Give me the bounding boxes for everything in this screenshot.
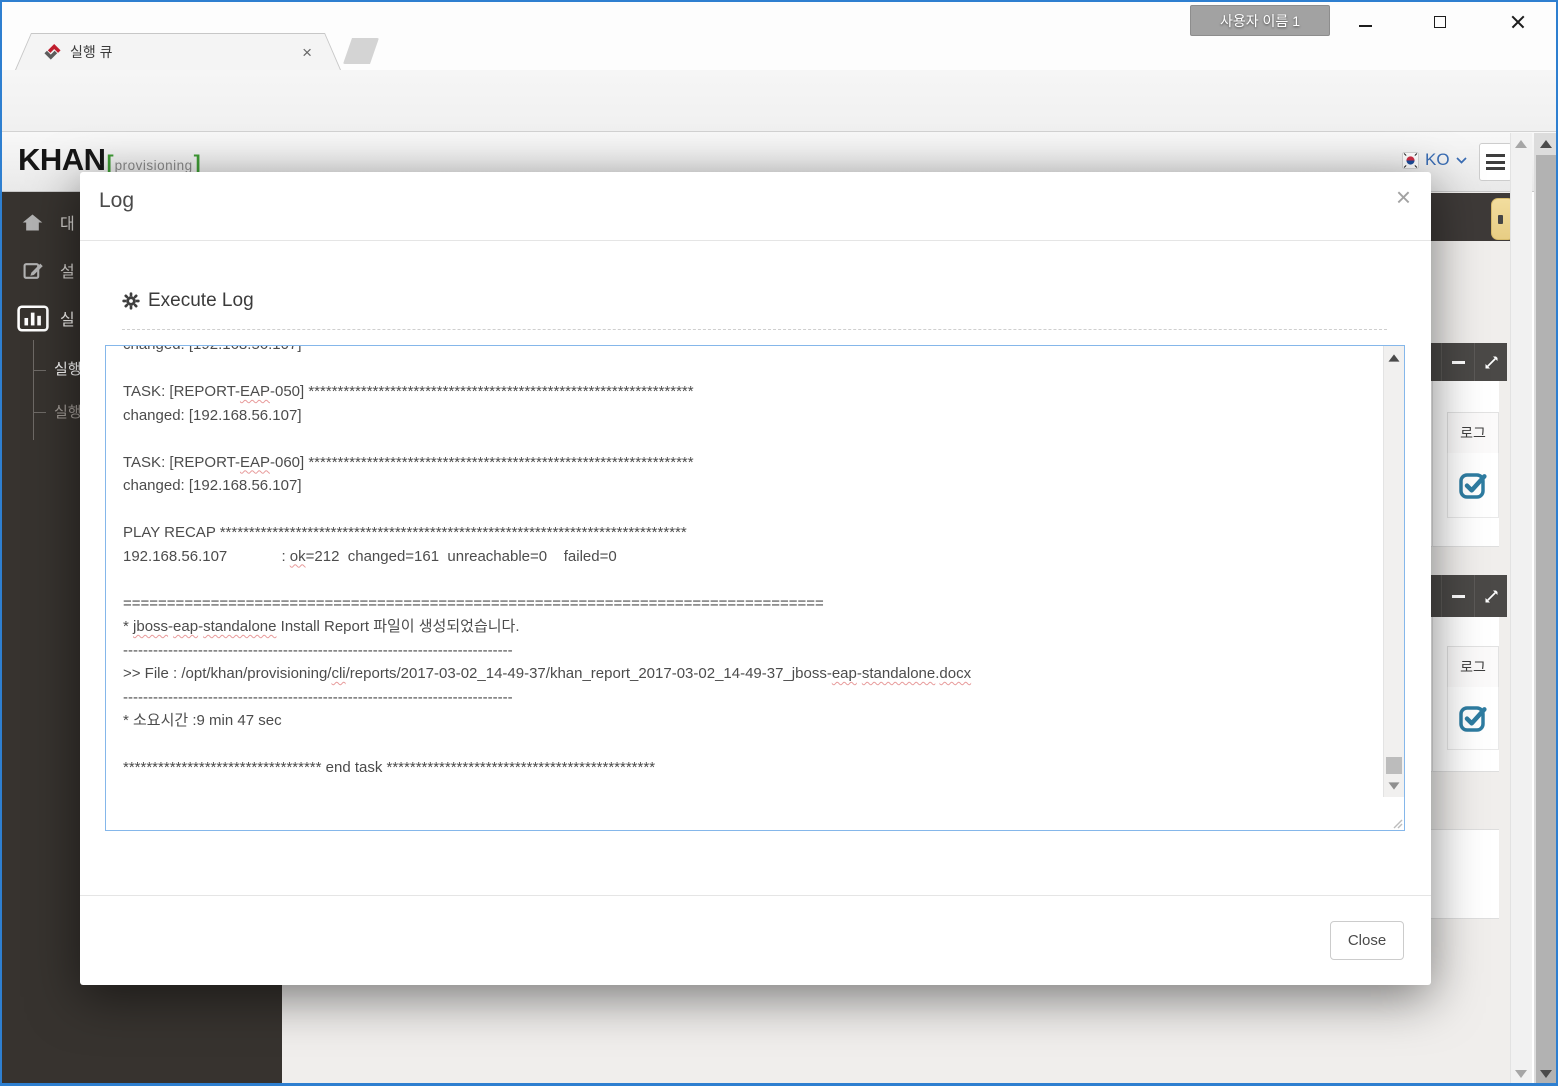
modal-header-divider: [80, 240, 1431, 241]
brand-subtitle: provisioning: [115, 158, 193, 173]
frame-scrollbar[interactable]: [1510, 133, 1532, 1085]
sidebar-item-label: 대: [60, 210, 75, 234]
profile-badge[interactable]: 사용자 이름 1: [1190, 5, 1330, 36]
expand-icon: [1484, 355, 1499, 370]
tree-tick: [33, 370, 46, 371]
window-maximize-button[interactable]: [1416, 2, 1464, 42]
execute-log-heading: Execute Log: [122, 290, 254, 312]
minimize-icon: [1359, 25, 1372, 27]
check-square-icon: [1457, 469, 1489, 501]
sidebar-item-label: 설: [60, 258, 75, 282]
sidebar-item-label: 실: [60, 306, 75, 330]
scrollbar-thumb[interactable]: [1536, 155, 1556, 1086]
sidebar-subitem-history[interactable]: 실행: [54, 401, 82, 422]
execute-log-title: Execute Log: [148, 290, 254, 312]
panel-collapse-button[interactable]: [1441, 575, 1474, 617]
scroll-down-icon[interactable]: [1515, 1070, 1527, 1078]
modal-close-icon[interactable]: ×: [1396, 184, 1411, 210]
gear-icon: [122, 292, 140, 310]
maximize-icon: [1434, 16, 1446, 28]
chart-icon: [17, 305, 49, 332]
log-modal: Log × Execute Log: [80, 172, 1431, 985]
chevron-down-icon: [1456, 157, 1467, 164]
scroll-up-icon[interactable]: [1388, 354, 1399, 361]
panel-expand-button[interactable]: [1474, 575, 1507, 617]
panel-expand-button[interactable]: [1474, 343, 1507, 381]
window-close-button[interactable]: [1494, 2, 1542, 42]
korea-flag-icon: [1402, 152, 1419, 169]
edit-icon: [23, 260, 44, 281]
table-gridline: [1432, 617, 1433, 772]
window-minimize-button[interactable]: [1341, 2, 1389, 42]
tab-title: 실행 큐: [70, 42, 302, 62]
log-column-header: 로그: [1447, 412, 1499, 454]
browser-titlebar: 실행 큐 × 사용자 이름 1: [2, 2, 1556, 70]
khan-favicon: [44, 44, 61, 61]
scroll-down-icon[interactable]: [1388, 782, 1399, 789]
close-icon: [1511, 15, 1525, 29]
home-icon: [21, 212, 44, 233]
execute-log-text: changed: [192.168.56.107] TASK: [REPORT-…: [123, 346, 1380, 780]
minus-icon: [1452, 595, 1465, 598]
modal-footer-divider: [80, 895, 1431, 896]
panel-collapse-button[interactable]: [1441, 343, 1474, 381]
expand-icon: [1484, 589, 1499, 604]
scroll-down-icon[interactable]: [1540, 1070, 1552, 1078]
browser-window: 실행 큐 × 사용자 이름 1 192.168.56.101:8111/: [0, 0, 1558, 1086]
log-open-button[interactable]: [1447, 453, 1499, 518]
log-textarea[interactable]: changed: [192.168.56.107] TASK: [REPORT-…: [105, 345, 1405, 831]
new-tab-button[interactable]: [343, 38, 379, 64]
textarea-scrollbar[interactable]: [1383, 346, 1404, 797]
tree-tick: [33, 412, 46, 413]
modal-close-button[interactable]: Close: [1330, 921, 1404, 960]
app-menu-button[interactable]: [1479, 143, 1512, 181]
language-selector[interactable]: KO: [1402, 150, 1467, 170]
table-gridline: [1432, 381, 1433, 547]
browser-toolbar: 192.168.56.101:8111/main.mvc#action/queu…: [2, 70, 1556, 132]
modal-title: Log: [99, 189, 134, 213]
scroll-up-icon[interactable]: [1515, 140, 1527, 148]
check-square-icon: [1457, 702, 1489, 734]
browser-tab[interactable]: 실행 큐 ×: [15, 33, 341, 70]
tree-line: [33, 340, 34, 440]
language-code: KO: [1425, 150, 1450, 170]
log-open-button[interactable]: [1447, 687, 1499, 750]
tab-close-icon[interactable]: ×: [302, 44, 312, 61]
minus-icon: [1452, 361, 1465, 364]
scroll-up-icon[interactable]: [1540, 140, 1552, 148]
sidebar-subitem-queue[interactable]: 실행: [54, 358, 82, 379]
browser-scrollbar[interactable]: [1534, 133, 1558, 1085]
log-column-header: 로그: [1447, 646, 1499, 688]
dotted-divider: [122, 329, 1387, 330]
scrollbar-thumb[interactable]: [1386, 757, 1402, 774]
resize-grip-icon[interactable]: [1391, 817, 1403, 829]
